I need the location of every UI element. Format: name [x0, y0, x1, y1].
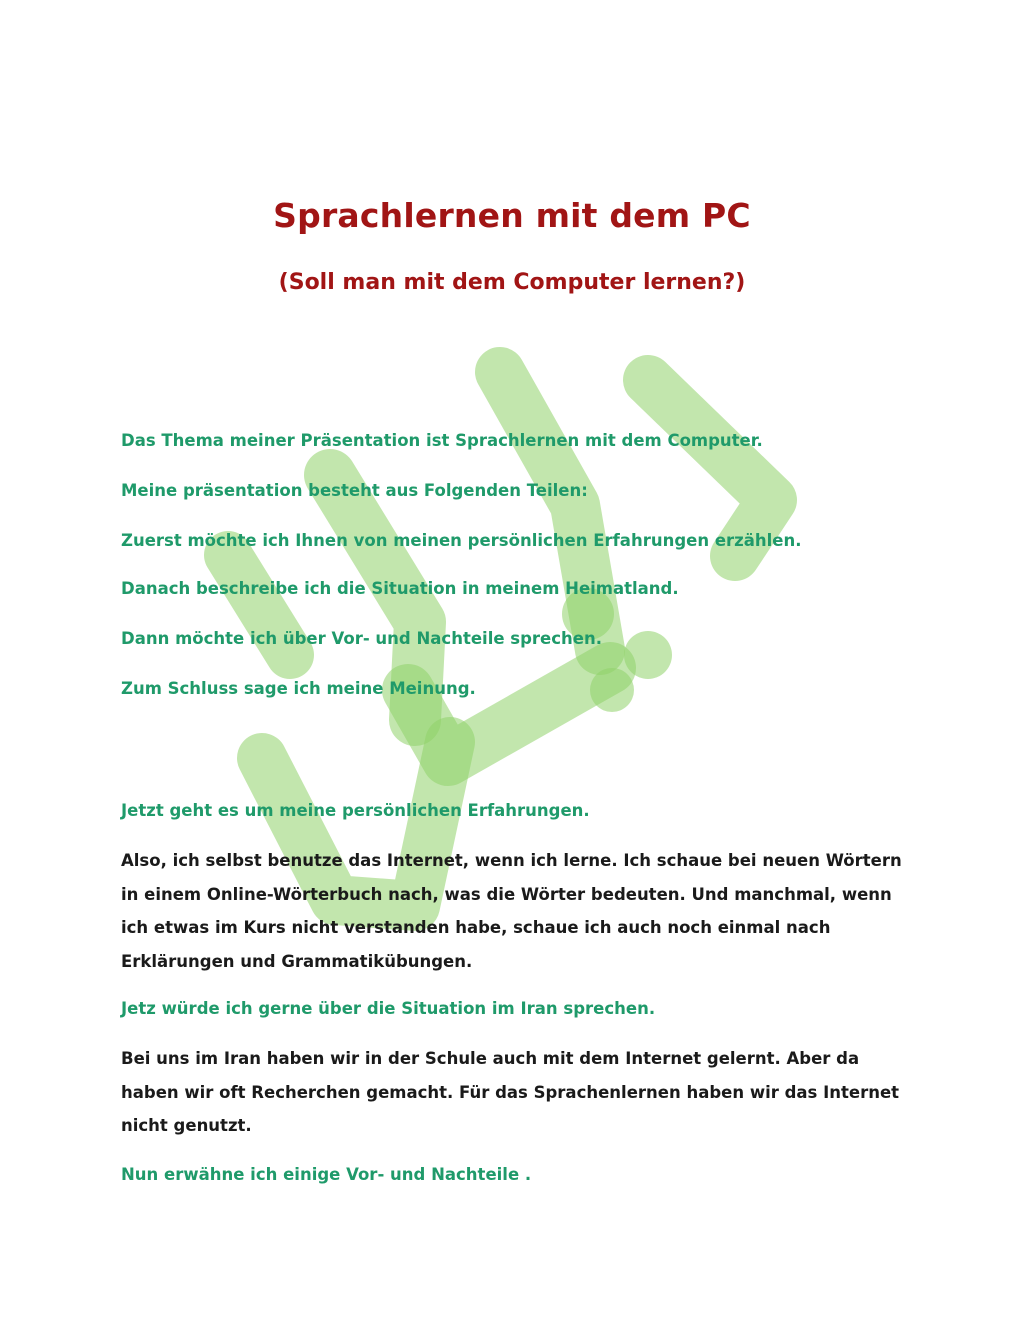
intro-line: Danach beschreibe ich die Situation in m… [121, 579, 679, 598]
intro-line: Das Thema meiner Präsentation ist Sprach… [121, 431, 763, 450]
intro-line: Zuerst möchte ich Ihnen von meinen persö… [121, 531, 802, 550]
section-heading-iran: Jetz würde ich gerne über die Situation … [121, 999, 656, 1018]
section-body-experience: Also, ich selbst benutze das Internet, w… [121, 851, 902, 971]
intro-line: Dann möchte ich über Vor- und Nachteile … [121, 629, 602, 648]
intro-line: Meine präsentation besteht aus Folgenden… [121, 481, 588, 500]
section-heading-pros-cons: Nun erwähne ich einige Vor- und Nachteil… [121, 1165, 532, 1184]
intro-line: Zum Schluss sage ich meine Meinung. [121, 679, 476, 698]
section-heading-experience: Jetzt geht es um meine persönlichen Erfa… [121, 801, 590, 820]
section-body-iran: Bei uns im Iran haben wir in der Schule … [121, 1049, 900, 1135]
document-page: Sprachlernen mit dem PC (Soll man mit de… [0, 0, 1024, 1326]
page-subtitle: (Soll man mit dem Computer lernen?) [278, 270, 746, 295]
page-title: Sprachlernen mit dem PC [273, 196, 751, 235]
